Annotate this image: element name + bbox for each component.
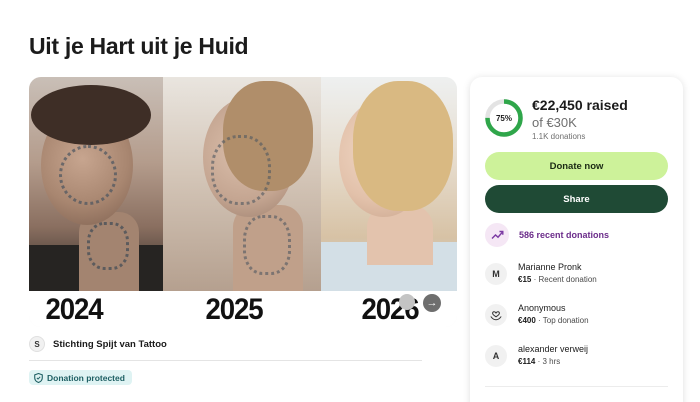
recent-donations-label: 586 recent donations (519, 230, 610, 240)
donor-name: Marianne Pronk (518, 262, 582, 272)
photo-panel-2025 (163, 77, 321, 291)
donor-name: alexander verweij (518, 344, 589, 354)
photo-panel-2026 (321, 77, 457, 291)
donor-note: · Recent donation (531, 275, 597, 284)
shield-icon (34, 372, 43, 383)
divider (29, 360, 422, 361)
donor-avatar: A (485, 345, 507, 367)
donate-now-button[interactable]: Donate now (485, 152, 668, 180)
card-divider (485, 386, 668, 387)
donor-name: Anonymous (518, 303, 566, 313)
share-button[interactable]: Share (485, 185, 668, 213)
donor-item: Anonymous €400 · Top donation (485, 302, 589, 327)
donor-amount: €114 (518, 357, 536, 366)
donation-card: 75% €22,450 raised of €30K 1.1K donation… (470, 77, 683, 402)
donor-avatar: M (485, 263, 507, 285)
donor-amount: €15 (518, 275, 532, 284)
page-title: Uit je Hart uit je Huid (29, 33, 249, 59)
campaign-photo[interactable]: 2024 2025 2026 → (29, 77, 457, 327)
donation-count: 1.1K donations (532, 132, 586, 141)
year-label-2025: 2025 (205, 293, 263, 326)
donation-protected-label: Donation protected (47, 372, 125, 383)
recent-donations-link[interactable]: 586 recent donations (485, 223, 609, 247)
organizer[interactable]: S Stichting Spijt van Tattoo (29, 335, 167, 353)
year-label-2024: 2024 (45, 293, 103, 326)
organizer-name[interactable]: Stichting Spijt van Tattoo (53, 339, 167, 350)
progress-percent: 75% (495, 113, 512, 123)
donor-note: · Top donation (535, 316, 589, 325)
donor-item: M Marianne Pronk €15 · Recent donation (485, 261, 597, 286)
carousel-next-button[interactable]: → (423, 294, 441, 312)
amount-raised: €22,450 raised (532, 97, 628, 113)
photo-panel-2024 (29, 77, 163, 291)
donation-protected-badge[interactable]: Donation protected (29, 370, 132, 385)
donor-item: A alexander verweij €114 · 3 hrs (485, 343, 588, 368)
organizer-avatar: S (29, 336, 45, 352)
carousel-prev-button[interactable] (399, 294, 415, 310)
donor-amount: €400 (518, 316, 536, 325)
goal-amount: of €30K (532, 115, 577, 130)
heart-hands-icon (485, 304, 507, 326)
donor-note: · 3 hrs (535, 357, 561, 366)
trending-up-icon (485, 223, 509, 247)
